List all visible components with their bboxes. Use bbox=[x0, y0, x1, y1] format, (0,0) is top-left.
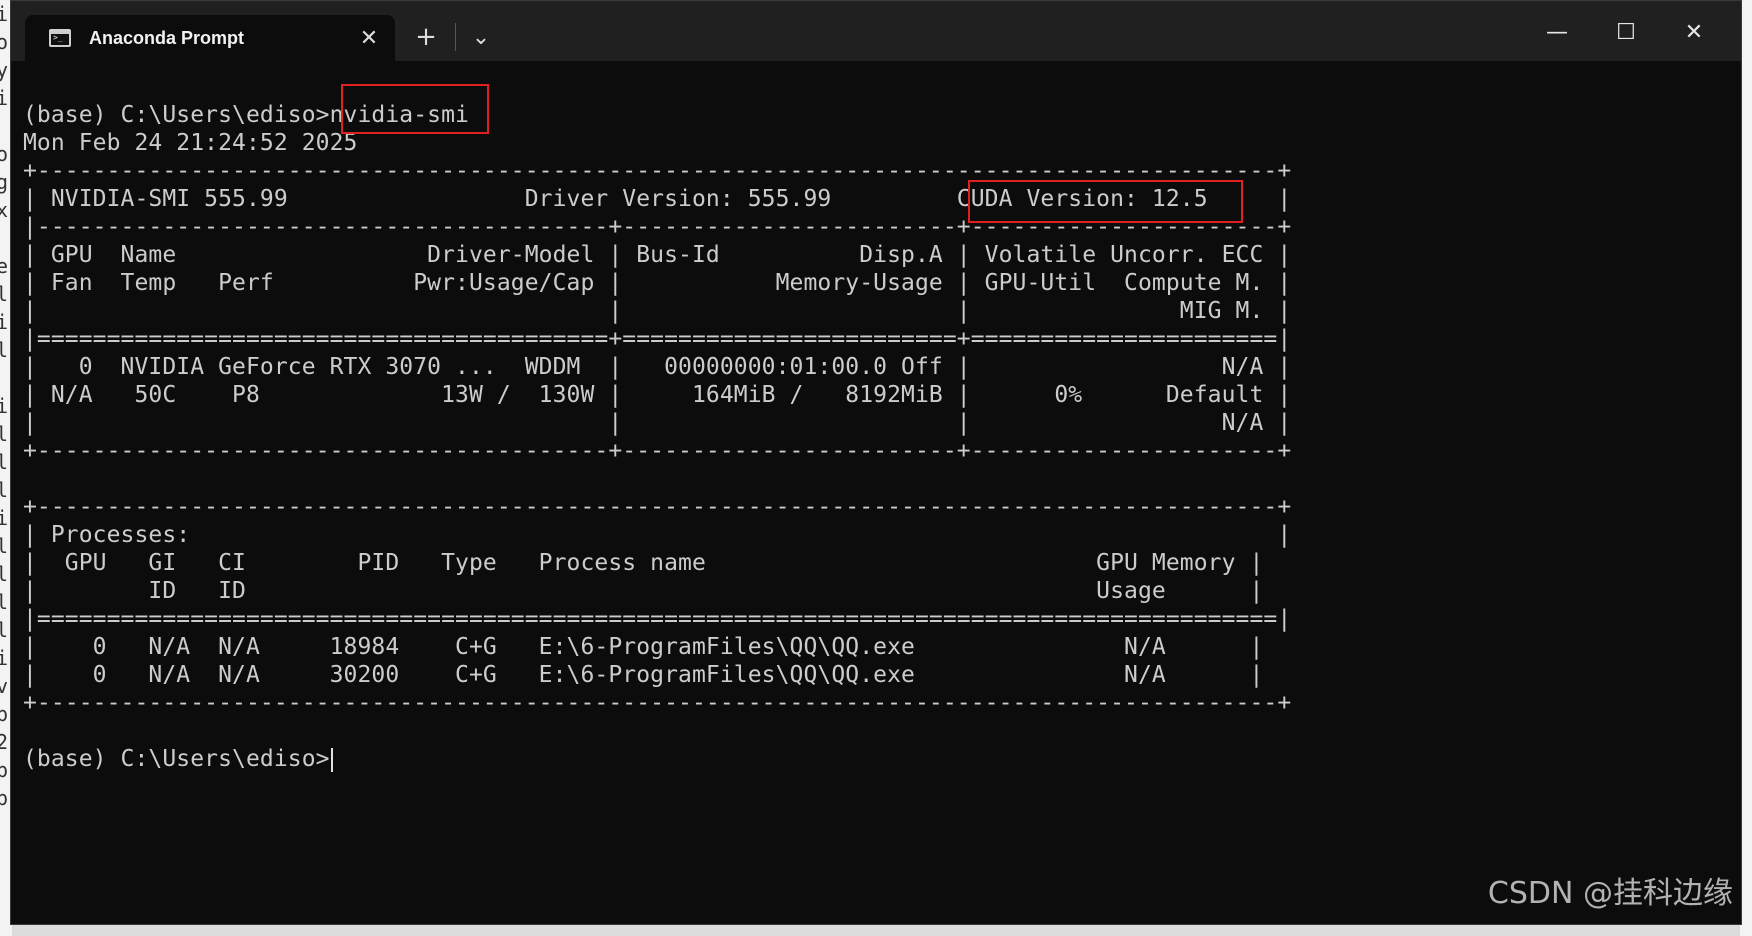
command-highlight-box bbox=[341, 84, 489, 134]
output-line: | | | MIG M. | bbox=[23, 298, 1292, 324]
terminal-icon bbox=[49, 29, 71, 47]
output-line: |=======================================… bbox=[23, 326, 1292, 352]
minimize-button[interactable]: — bbox=[1524, 7, 1590, 57]
output-line: | GPU GI CI PID Type Process name GPU Me… bbox=[23, 550, 1264, 576]
new-tab-button[interactable]: + bbox=[406, 19, 446, 55]
output-line: +---------------------------------------… bbox=[23, 438, 1292, 464]
output-line: | | | N/A | bbox=[23, 410, 1292, 436]
close-window-button[interactable]: ✕ bbox=[1661, 7, 1727, 57]
output-line: | NVIDIA-SMI 555.99 Driver Version: 555.… bbox=[23, 186, 1292, 212]
output-line: +---------------------------------------… bbox=[23, 494, 1292, 520]
final-prompt-line[interactable]: (base) C:\Users\ediso> bbox=[23, 745, 1741, 773]
watermark: CSDN @挂科边缘 bbox=[1487, 876, 1733, 911]
toolbar-divider bbox=[455, 23, 456, 51]
command-line: (base) C:\Users\ediso>nvidia-smi bbox=[23, 101, 1741, 129]
output-line: +---------------------------------------… bbox=[23, 158, 1292, 184]
output-line: | 0 N/A N/A 30200 C+G E:\6-ProgramFiles\… bbox=[23, 662, 1264, 688]
output-line: | GPU Name Driver-Model | Bus-Id Disp.A … bbox=[23, 242, 1292, 268]
console-output[interactable]: (base) C:\Users\ediso>nvidia-smi Mon Feb… bbox=[23, 84, 1741, 924]
tab-anaconda-prompt[interactable]: Anaconda Prompt ✕ bbox=[25, 15, 395, 61]
output-line: |---------------------------------------… bbox=[23, 214, 1292, 240]
title-bar[interactable]: Anaconda Prompt ✕ + ⌄ — ☐ ✕ bbox=[11, 1, 1741, 61]
tab-close-button[interactable]: ✕ bbox=[351, 20, 387, 56]
prompt-text: (base) C:\Users\ediso> bbox=[23, 102, 330, 128]
final-prompt-text: (base) C:\Users\ediso> bbox=[23, 746, 330, 772]
output-line: | N/A 50C P8 13W / 130W | 164MiB / 8192M… bbox=[23, 382, 1292, 408]
tab-dropdown-button[interactable]: ⌄ bbox=[461, 19, 501, 55]
output-line: | ID ID Usage | bbox=[23, 578, 1264, 604]
output-line: |=======================================… bbox=[23, 606, 1292, 632]
output-line: | 0 N/A N/A 18984 C+G E:\6-ProgramFiles\… bbox=[23, 634, 1264, 660]
terminal-window: Anaconda Prompt ✕ + ⌄ — ☐ ✕ (base) C:\Us… bbox=[10, 0, 1742, 925]
text-cursor bbox=[330, 747, 333, 772]
output-line: +---------------------------------------… bbox=[23, 690, 1292, 716]
output-line: | Fan Temp Perf Pwr:Usage/Cap | Memory-U… bbox=[23, 270, 1292, 296]
output-line: Mon Feb 24 21:24:52 2025 bbox=[23, 130, 358, 156]
output-line: | 0 NVIDIA GeForce RTX 3070 ... WDDM | 0… bbox=[23, 354, 1292, 380]
maximize-button[interactable]: ☐ bbox=[1593, 7, 1659, 57]
output-line: | Processes: | bbox=[23, 522, 1292, 548]
tab-title: Anaconda Prompt bbox=[89, 27, 245, 48]
cuda-version-highlight-box bbox=[968, 180, 1243, 223]
